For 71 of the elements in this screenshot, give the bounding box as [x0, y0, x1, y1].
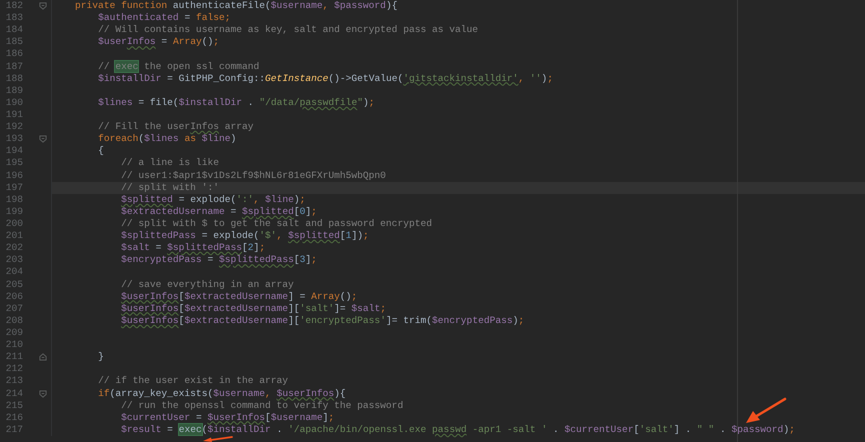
code-line: $userInfos[$extractedUsername]['salt']= $salt;: [120, 302, 386, 314]
line-number: 195: [4, 157, 23, 170]
code-line: // run the openssl command to verify the password: [120, 400, 404, 411]
code-line: foreach($lines as $line): [97, 133, 236, 144]
code-line: $result = exec($installDir . '/apache/bin/openssl.exe passwd -apr1 -salt ' . $currentUser['salt'] . " " . $password);: [120, 424, 795, 435]
code-line: $extractedUsername = $splitted[0];: [120, 206, 317, 217]
fold-marker-icon[interactable]: [39, 2, 47, 10]
line-number: 182: [4, 0, 23, 12]
line-number: 214: [4, 388, 23, 400]
line-number: 191: [4, 108, 23, 122]
fold-marker-icon[interactable]: [39, 390, 47, 398]
fold-marker-icon[interactable]: [39, 135, 47, 144]
code-line: $salt = $splittedPass[2];: [120, 242, 266, 254]
line-number: 212: [4, 363, 23, 376]
line-number: 197: [4, 182, 23, 194]
code-line: // a line is like: [120, 157, 219, 168]
line-number: 217: [4, 424, 23, 436]
line-number: 205: [4, 278, 23, 291]
fold-marker-icon[interactable]: [39, 353, 47, 362]
code-line: $currentUser = $userInfos[$username];: [120, 412, 334, 423]
line-number: 193: [4, 133, 23, 146]
arrow-icon: [203, 436, 233, 442]
code-line: $installDir = GitPHP_Config::GetInstance()->GetValue('gitstackinstalldir', '');: [97, 72, 553, 84]
line-number: 192: [4, 121, 23, 134]
line-number: 189: [4, 84, 23, 97]
code-line: // user1:$apr1$v1Ds2Lf9$hNL6r81eGFXrUmh5wbQpn0: [120, 170, 386, 181]
line-number: 198: [4, 194, 23, 206]
code-line: // if the user exist in the array: [97, 375, 288, 386]
arrow-icon: [745, 397, 787, 425]
line-number: 210: [4, 339, 23, 352]
code-line: $splitted = explode(':', $line);: [120, 194, 306, 205]
line-number: 215: [4, 400, 23, 412]
line-number: 208: [4, 314, 23, 327]
line-number: 201: [4, 230, 23, 242]
line-number: 183: [4, 12, 23, 24]
line-number: 216: [4, 412, 23, 424]
line-number: 188: [4, 72, 23, 85]
line-number: 202: [4, 242, 23, 254]
code-line: // Will contains username as key, salt and encrypted pass as value: [97, 24, 478, 36]
code-line: // split with ':': [120, 182, 219, 193]
line-number: 213: [4, 375, 23, 388]
line-number: 203: [4, 254, 23, 266]
code-line: $userInfos = Array();: [97, 36, 220, 48]
line-number: 194: [4, 145, 23, 158]
line-number: 204: [4, 266, 23, 279]
code-line: // split with $ to get the salt and password encrypted: [120, 218, 432, 229]
line-number: 209: [4, 326, 23, 340]
code-line: // Fill the userInfos array: [97, 121, 254, 132]
line-number: 196: [4, 170, 23, 182]
line-number: 207: [4, 302, 23, 315]
code-line: // exec the open ssl command: [97, 60, 260, 72]
code-line: $authenticated = false;: [97, 12, 231, 24]
line-number: 200: [4, 218, 23, 230]
code-line: $lines = file($installDir . "/data/passwdfile");: [97, 96, 374, 108]
line-number: 211: [4, 351, 23, 364]
line-number: 184: [4, 24, 23, 36]
line-number: 199: [4, 206, 23, 218]
code-line: $userInfos[$extractedUsername]['encryptedPass']= trim($encryptedPass);: [120, 314, 524, 326]
code-line: private function authenticateFile($username, $password){: [74, 0, 398, 11]
line-number: 190: [4, 96, 23, 109]
code-line: $encryptedPass = $splittedPass[3];: [120, 254, 317, 266]
code-line: $userInfos[$extractedUsername] = Array();: [120, 290, 358, 302]
code-line: // save everything in an array: [120, 278, 294, 290]
line-number: 185: [4, 36, 23, 48]
line-number: 186: [4, 48, 23, 61]
code-line: $splittedPass = explode('$', $splitted[1]);: [120, 230, 369, 242]
line-number: 206: [4, 290, 23, 303]
code-line: {: [97, 145, 104, 156]
code-line: }: [97, 351, 104, 362]
line-number: 187: [4, 60, 23, 73]
code-line: if(array_key_exists($username, $userInfos){: [97, 388, 346, 398]
